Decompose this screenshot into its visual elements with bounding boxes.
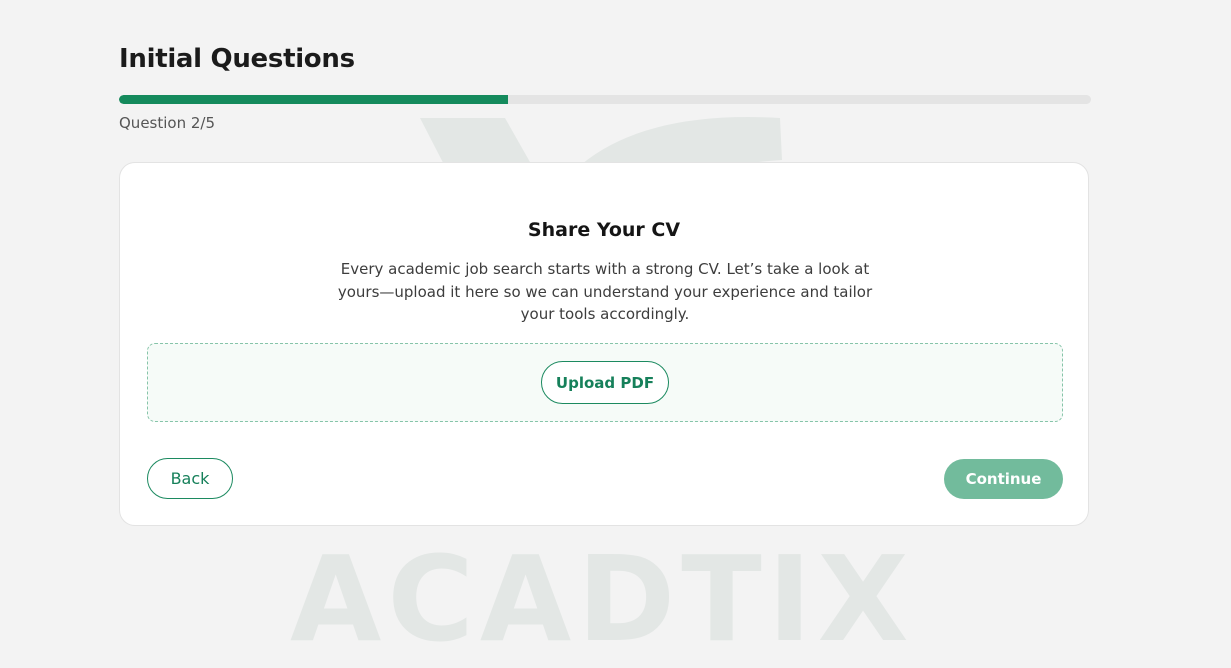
progress-fill — [119, 95, 508, 104]
page-title: Initial Questions — [119, 44, 355, 74]
back-button[interactable]: Back — [147, 458, 233, 499]
progress-label: Question 2/5 — [119, 114, 215, 132]
card-title: Share Your CV — [527, 219, 681, 241]
question-card: Share Your CV Every academic job search … — [119, 162, 1089, 526]
card-description: Every academic job search starts with a … — [337, 260, 873, 323]
continue-button[interactable]: Continue — [944, 459, 1063, 499]
upload-pdf-button[interactable]: Upload PDF — [541, 361, 669, 404]
cv-upload-dropzone[interactable]: Upload PDF — [147, 343, 1063, 422]
progress-bar — [119, 95, 1091, 104]
watermark-text: ACADTIX — [290, 530, 915, 668]
